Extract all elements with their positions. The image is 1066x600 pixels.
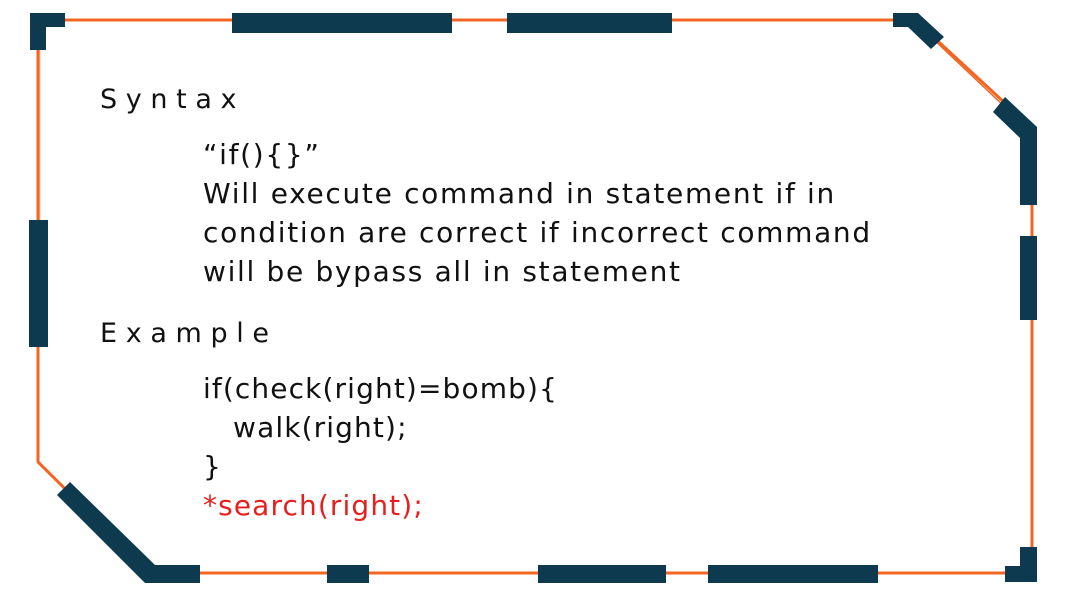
bottom-dash-3 — [708, 565, 878, 583]
corner-bracket-top-left — [30, 13, 65, 50]
corner-top-right — [893, 13, 944, 49]
example-highlight-line: *search(right); — [203, 489, 424, 522]
left-dash — [29, 220, 48, 347]
bottom-left-diagonal — [57, 482, 200, 583]
example-code-line-3: } — [203, 450, 222, 483]
right-dash — [1020, 236, 1037, 320]
bottom-dash-1 — [327, 565, 369, 583]
example-code-line-2: walk(right); — [203, 411, 408, 444]
syntax-heading: Syntax — [100, 84, 246, 115]
top-dash-2 — [507, 13, 672, 33]
syntax-description-line-1: Will execute command in statement if in — [203, 177, 836, 210]
syntax-form: “if(){}” — [203, 138, 321, 171]
top-dash-1 — [232, 13, 452, 33]
example-heading: Example — [100, 318, 278, 349]
bottom-dash-2 — [538, 565, 666, 583]
corner-bracket-bottom-right — [1005, 547, 1037, 582]
syntax-description-line-3: will be bypass all in statement — [203, 255, 682, 288]
example-code-line-1: if(check(right)=bomb){ — [203, 372, 558, 405]
frame-diagonal-thin — [929, 35, 1007, 109]
syntax-description-line-2: condition are correct if incorrect comma… — [203, 216, 872, 249]
right-diagonal-bar — [993, 97, 1037, 205]
